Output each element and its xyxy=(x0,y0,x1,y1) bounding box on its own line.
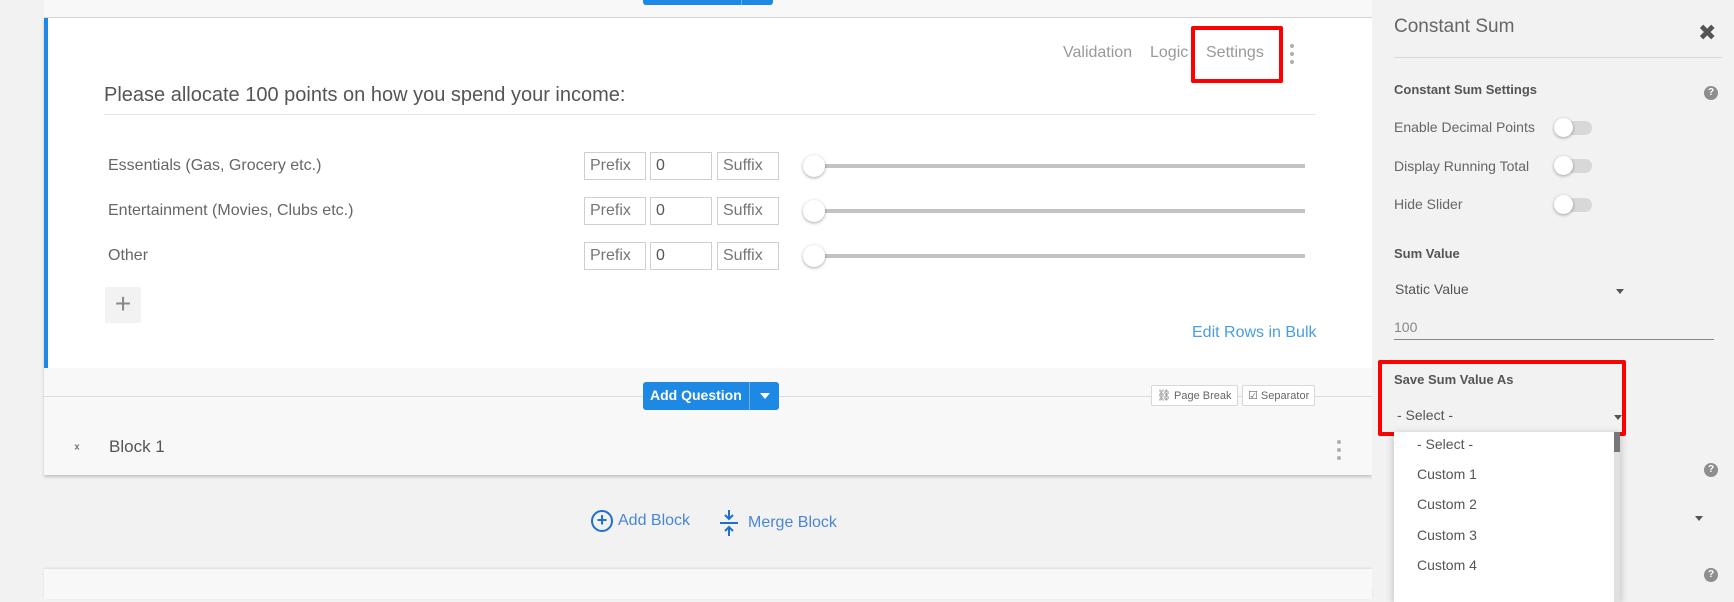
page-break-button[interactable]: ⛓ Page Break xyxy=(1151,385,1238,406)
add-block-button[interactable]: + Add Block xyxy=(591,510,690,532)
help-icon[interactable]: ? xyxy=(1704,463,1718,477)
tab-validation[interactable]: Validation xyxy=(1063,44,1132,62)
edit-rows-in-bulk-link[interactable]: Edit Rows in Bulk xyxy=(1192,324,1317,342)
slider-track[interactable] xyxy=(814,209,1305,213)
constant-sum-settings-heading: Constant Sum Settings xyxy=(1394,82,1538,97)
sum-value-heading: Sum Value xyxy=(1394,246,1460,261)
chevron-down-icon[interactable] xyxy=(1616,289,1624,294)
merge-block-button[interactable]: Merge Block xyxy=(720,510,837,536)
value-input[interactable] xyxy=(650,152,712,180)
survey-canvas: Validation Logic Settings Please allocat… xyxy=(0,0,1372,599)
enable-decimal-points-toggle[interactable] xyxy=(1554,118,1592,137)
dropdown-option[interactable]: Custom 2 xyxy=(1417,496,1477,512)
toggle-label: Enable Decimal Points xyxy=(1394,119,1535,135)
block-1-title[interactable]: Block 1 xyxy=(109,437,165,457)
slider-track[interactable] xyxy=(814,254,1305,258)
add-block-label: Add Block xyxy=(618,512,691,529)
suffix-input[interactable] xyxy=(717,242,779,270)
broken-link-icon: ⛓ xyxy=(1157,390,1175,402)
toggle-label: Hide Slider xyxy=(1394,196,1463,212)
question-title[interactable]: Please allocate 100 points on how you sp… xyxy=(104,84,625,107)
slider-thumb[interactable] xyxy=(803,200,825,222)
add-row-button[interactable]: + xyxy=(105,287,141,323)
block-more-icon[interactable] xyxy=(1337,440,1341,464)
sum-value-input[interactable]: 100 xyxy=(1394,316,1714,340)
add-circle-icon: + xyxy=(591,510,613,532)
slider-thumb[interactable] xyxy=(803,155,825,177)
separator-button[interactable]: ☑ Separator xyxy=(1242,385,1316,406)
add-question-button[interactable]: Add Question xyxy=(643,382,779,410)
chevron-down-icon[interactable] xyxy=(1695,516,1703,521)
help-icon[interactable]: ? xyxy=(1704,86,1718,100)
slider-thumb[interactable] xyxy=(803,245,825,267)
suffix-input[interactable] xyxy=(717,152,779,180)
close-icon[interactable]: ✖ xyxy=(1698,20,1716,46)
row-label[interactable]: Entertainment (Movies, Clubs etc.) xyxy=(108,202,353,220)
add-question-divider-top xyxy=(741,0,742,5)
save-as-dropdown-list: - Select - Custom 1 Custom 2 Custom 3 Cu… xyxy=(1394,432,1620,602)
value-input[interactable] xyxy=(650,197,712,225)
block-2-container xyxy=(44,569,1372,599)
panel-title: Constant Sum xyxy=(1394,16,1515,37)
question-more-icon[interactable] xyxy=(1290,44,1294,68)
prefix-input[interactable] xyxy=(584,197,646,225)
dropdown-option[interactable]: Custom 4 xyxy=(1417,557,1477,573)
separator-label: Separator xyxy=(1260,390,1310,402)
dropdown-option[interactable]: Custom 1 xyxy=(1417,466,1477,482)
prefix-input[interactable] xyxy=(584,152,646,180)
dropdown-option[interactable]: Custom 3 xyxy=(1417,527,1477,543)
slider-track[interactable] xyxy=(814,164,1305,168)
prefix-input[interactable] xyxy=(584,242,646,270)
row-label[interactable]: Essentials (Gas, Grocery etc.) xyxy=(108,157,321,175)
save-sum-highlight-box xyxy=(1378,360,1626,436)
add-question-button-top[interactable] xyxy=(643,0,773,5)
checkbox-icon: ☑ xyxy=(1248,390,1261,402)
hide-slider-toggle[interactable] xyxy=(1554,195,1592,214)
question-card xyxy=(44,18,1372,368)
add-question-dropdown-icon[interactable] xyxy=(748,382,779,410)
row-label[interactable]: Other xyxy=(108,247,148,265)
suffix-input[interactable] xyxy=(717,197,779,225)
sum-value-type-select[interactable]: Static Value xyxy=(1395,281,1469,297)
add-question-label[interactable]: Add Question xyxy=(643,382,749,410)
panel-divider xyxy=(1394,57,1722,58)
settings-highlight-box xyxy=(1191,26,1283,83)
dropdown-scrollbar[interactable] xyxy=(1614,432,1620,602)
question-divider xyxy=(104,114,1316,115)
value-input[interactable] xyxy=(650,242,712,270)
tab-logic[interactable]: Logic xyxy=(1150,44,1188,62)
toggle-label: Display Running Total xyxy=(1394,158,1530,174)
collapse-block-icon[interactable]: ⌄ ⌃ xyxy=(70,439,84,458)
dropdown-option[interactable]: - Select - xyxy=(1417,436,1473,452)
page-break-label: Page Break xyxy=(1174,390,1232,402)
merge-icon xyxy=(720,510,738,536)
display-running-total-toggle[interactable] xyxy=(1554,156,1592,175)
merge-block-label: Merge Block xyxy=(748,514,837,531)
help-icon[interactable]: ? xyxy=(1704,568,1718,582)
